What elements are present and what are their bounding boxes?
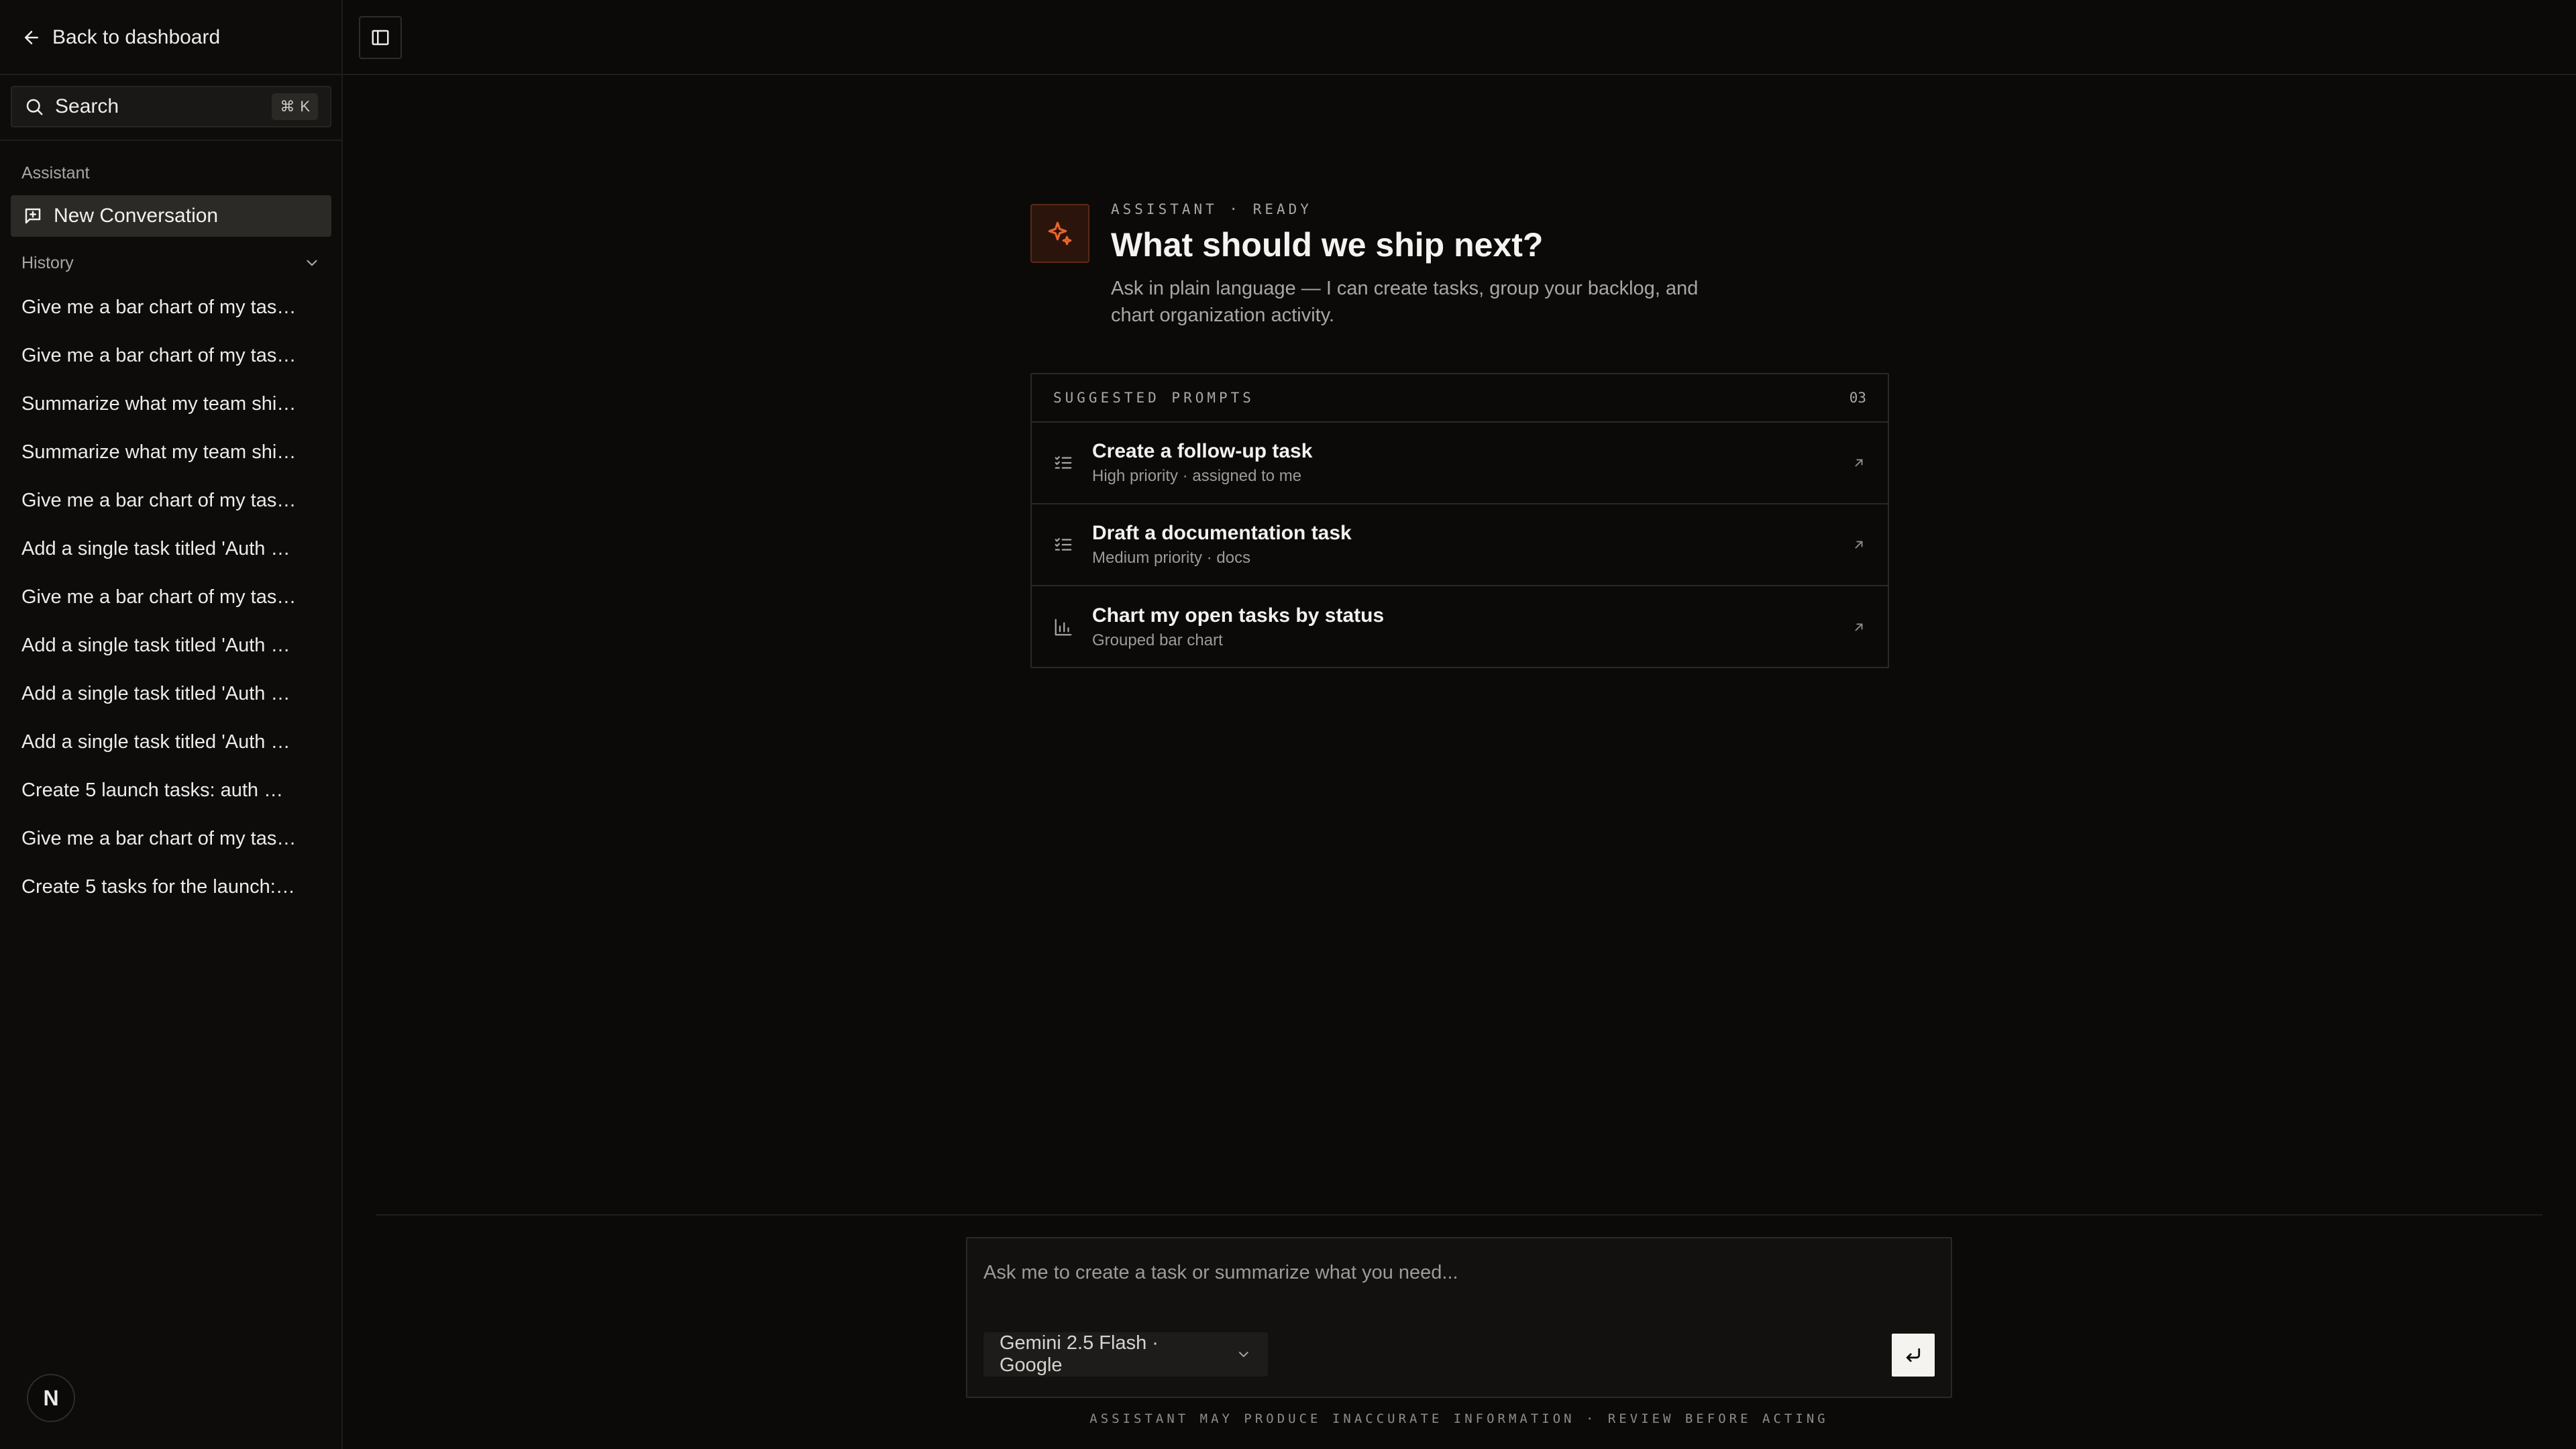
panel-left-icon xyxy=(372,30,389,46)
arrow-up-right-icon xyxy=(1855,459,1863,467)
history-list: Give me a bar chart of my tas… Give me a… xyxy=(11,283,331,911)
disclaimer-text: ASSISTANT MAY PRODUCE INACCURATE INFORMA… xyxy=(1089,1411,1829,1426)
new-conversation-button[interactable]: New Conversation xyxy=(11,195,331,237)
history-item[interactable]: Summarize what my team shi… xyxy=(11,380,331,428)
user-avatar[interactable]: N xyxy=(27,1374,75,1422)
search-label: Search xyxy=(55,95,119,117)
checklist-icon xyxy=(1055,456,1072,469)
back-to-dashboard-link[interactable]: Back to dashboard xyxy=(21,23,220,52)
prompt-item[interactable]: Create a follow-up task High priority · … xyxy=(1032,423,1888,504)
back-label: Back to dashboard xyxy=(52,26,221,48)
shortcut-letter: K xyxy=(300,98,310,115)
search-icon xyxy=(26,99,43,115)
history-item[interactable]: Create 5 launch tasks: auth … xyxy=(11,766,331,814)
divider xyxy=(0,140,341,141)
history-item[interactable]: Give me a bar chart of my tas… xyxy=(11,814,331,863)
suggested-prompts-count: 03 xyxy=(1849,390,1866,406)
enter-icon xyxy=(1906,1348,1921,1362)
history-label: History xyxy=(21,253,74,272)
prompt-title: Chart my open tasks by status xyxy=(1092,604,1385,627)
history-item[interactable]: Add a single task titled 'Auth … xyxy=(11,621,331,669)
history-item[interactable]: Give me a bar chart of my tas… xyxy=(11,476,331,525)
chevron-down-icon xyxy=(1239,1352,1249,1357)
prompt-subtitle: High priority · assigned to me xyxy=(1092,467,1302,485)
page-subtitle: Ask in plain language — I can create tas… xyxy=(1111,278,1699,326)
message-input[interactable] xyxy=(983,1256,1923,1289)
checklist-icon xyxy=(1055,538,1072,551)
suggested-prompts-header: SUGGESTED PROMPTS 03 xyxy=(1032,374,1888,423)
history-item[interactable]: Give me a bar chart of my tas… xyxy=(11,283,331,331)
divider xyxy=(0,74,341,75)
prompt-title: Create a follow-up task xyxy=(1092,440,1313,462)
suggested-prompts-label: SUGGESTED PROMPTS xyxy=(1053,390,1254,406)
new-conversation-label: New Conversation xyxy=(54,205,219,227)
history-item[interactable]: Add a single task titled 'Auth … xyxy=(11,525,331,573)
history-item[interactable]: Add a single task titled 'Auth … xyxy=(11,669,331,718)
sidebar-toggle-button[interactable] xyxy=(359,16,402,59)
top-bar xyxy=(343,0,2576,75)
send-button[interactable] xyxy=(1892,1334,1935,1377)
history-item[interactable]: Give me a bar chart of my tas… xyxy=(11,331,331,380)
history-item[interactable]: Give me a bar chart of my tas… xyxy=(11,573,331,621)
sparkles-icon xyxy=(1030,204,1089,263)
composer-divider xyxy=(376,1214,2542,1216)
model-select-value: Gemini 2.5 Flash · Google xyxy=(1000,1332,1159,1376)
command-key: ⌘ xyxy=(280,98,295,115)
arrow-left-icon xyxy=(25,31,38,44)
prompt-subtitle: Medium priority · docs xyxy=(1092,549,1251,567)
prompt-subtitle: Grouped bar chart xyxy=(1092,631,1223,649)
search-input[interactable]: Search ⌘ K xyxy=(11,86,331,127)
chevron-down-icon xyxy=(307,260,317,266)
history-toggle[interactable]: History xyxy=(11,250,331,276)
sidebar: Back to dashboard Search ⌘ K Assistant N… xyxy=(0,0,343,1449)
arrow-up-right-icon xyxy=(1855,623,1863,631)
search-shortcut: ⌘ K xyxy=(272,93,318,120)
message-plus-icon xyxy=(25,208,41,224)
assistant-status: ASSISTANT · READY xyxy=(1111,201,1312,217)
prompt-title: Draft a documentation task xyxy=(1092,522,1352,544)
history-item[interactable]: Create 5 tasks for the launch:… xyxy=(11,863,331,911)
arrow-up-right-icon xyxy=(1855,541,1863,549)
history-item[interactable]: Summarize what my team shi… xyxy=(11,428,331,476)
assistant-section-label: Assistant xyxy=(21,164,90,182)
history-item[interactable]: Add a single task titled 'Auth … xyxy=(11,718,331,766)
prompt-item[interactable]: Draft a documentation task Medium priori… xyxy=(1032,504,1888,586)
model-select[interactable]: Gemini 2.5 Flash · Google xyxy=(983,1332,1268,1377)
composer: Gemini 2.5 Flash · Google xyxy=(966,1237,1952,1398)
suggested-prompts-panel: SUGGESTED PROMPTS 03 Create a follow-up … xyxy=(1030,373,1889,668)
page-title: What should we ship next? xyxy=(1111,226,1544,264)
bar-chart-icon xyxy=(1055,619,1072,636)
prompt-item[interactable]: Chart my open tasks by status Grouped ba… xyxy=(1032,586,1888,668)
